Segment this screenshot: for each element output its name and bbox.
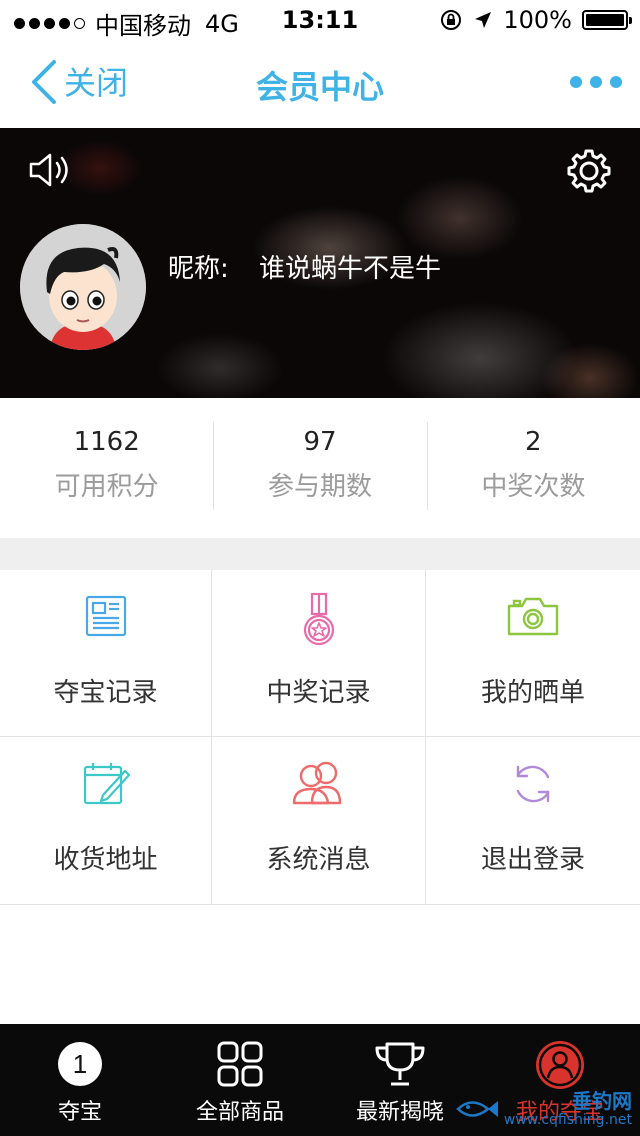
tab-treasure[interactable]: 1 夺宝 (0, 1024, 160, 1136)
nickname-value: 谁说蜗牛不是牛 (259, 254, 442, 284)
camera-icon (507, 597, 559, 636)
page-title: 会员中心 (255, 68, 384, 106)
cartoon-avatar-icon (20, 224, 146, 350)
nickname-row: 昵称: 谁说蜗牛不是牛 (168, 248, 441, 285)
stat-value: 2 (525, 427, 542, 457)
rotation-lock-icon (441, 10, 462, 30)
stat-label: 参与期数 (267, 472, 372, 502)
location-arrow-icon (475, 12, 492, 28)
user-icon (536, 1041, 584, 1089)
stat-value: 1162 (73, 427, 140, 457)
menu-item-logout[interactable]: 退出登录 (426, 737, 640, 905)
number-one-icon: 1 (58, 1042, 102, 1086)
menu-item-winning-records[interactable]: 中奖记录 (212, 570, 426, 737)
menu-grid: 夺宝记录 中奖记录 我的晒单 收货地址 系统消息 退出登录 (0, 570, 640, 906)
gear-icon (567, 149, 611, 193)
tab-bar: 1 夺宝 全部商品 最新揭晓 我的夺宝 垂钓网 www.cqfishing.ne… (0, 1024, 640, 1136)
more-menu-button[interactable] (570, 76, 622, 88)
tab-label: 夺宝 (57, 1100, 102, 1125)
users-icon (292, 761, 341, 805)
tab-all-products[interactable]: 全部商品 (160, 1024, 320, 1136)
refresh-icon (516, 765, 550, 803)
stat-label: 中奖次数 (481, 472, 586, 502)
stat-wins[interactable]: 2 中奖次数 (426, 398, 640, 538)
menu-item-treasure-records[interactable]: 夺宝记录 (0, 570, 212, 737)
menu-item-system-messages[interactable]: 系统消息 (212, 737, 426, 905)
menu-item-label: 退出登录 (480, 845, 585, 875)
section-divider (0, 538, 640, 570)
menu-item-label: 系统消息 (266, 845, 371, 875)
watermark-title: 垂钓网 (572, 1089, 632, 1113)
menu-item-my-posts[interactable]: 我的晒单 (426, 570, 640, 737)
stat-label: 可用积分 (54, 472, 159, 502)
menu-item-label: 中奖记录 (266, 678, 371, 708)
status-bar: 中国移动 4G 13:11 100% (0, 0, 640, 40)
nav-bar: 关闭 会员中心 (0, 40, 640, 128)
settings-button[interactable] (566, 148, 612, 198)
battery-icon (582, 10, 632, 30)
trophy-icon (375, 1042, 425, 1086)
fish-logo-icon (455, 1101, 498, 1117)
stat-value: 97 (303, 427, 337, 457)
tab-label: 全部商品 (195, 1100, 284, 1125)
more-dots-icon (570, 76, 582, 88)
stat-available-points[interactable]: 1162 可用积分 (0, 398, 213, 538)
watermark-url: www.cqfishing.net (503, 1112, 632, 1128)
grid-icon (217, 1041, 263, 1087)
profile-header: 昵称: 谁说蜗牛不是牛 (0, 128, 640, 398)
speaker-button[interactable] (28, 150, 74, 194)
menu-item-label: 夺宝记录 (53, 678, 158, 708)
medal-icon (303, 592, 334, 646)
menu-item-shipping-address[interactable]: 收货地址 (0, 737, 212, 905)
nickname-label: 昵称: (168, 254, 229, 284)
menu-item-label: 我的晒单 (480, 678, 585, 708)
watermark: 垂钓网 www.cqfishing.net (455, 1089, 632, 1128)
speaker-icon (29, 153, 68, 187)
battery-percent: 100% (503, 6, 572, 34)
stat-participations[interactable]: 97 参与期数 (213, 398, 426, 538)
tab-badge-text: 1 (73, 1049, 87, 1079)
calendar-pencil-icon (83, 763, 130, 805)
menu-item-label: 收货地址 (53, 845, 158, 875)
avatar[interactable] (20, 224, 146, 350)
document-icon (85, 595, 126, 637)
stats-bar: 1162 可用积分 97 参与期数 2 中奖次数 (0, 398, 640, 538)
status-right: 100% (439, 6, 632, 34)
